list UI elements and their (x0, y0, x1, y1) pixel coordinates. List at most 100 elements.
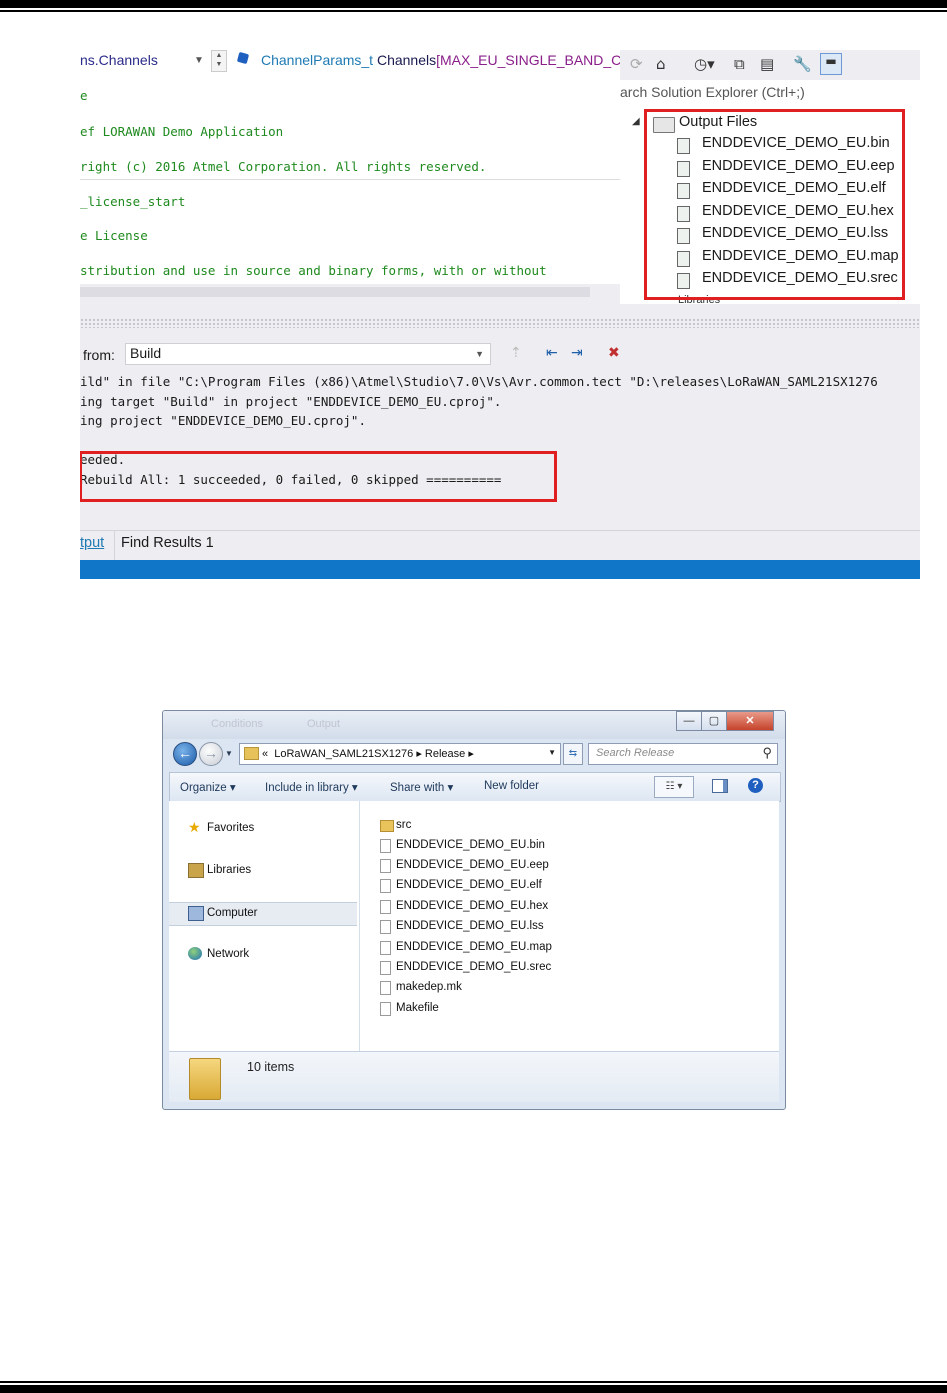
output-source-select[interactable]: Build ▼ (125, 343, 491, 365)
share-with-button[interactable]: Share with ▾ (390, 780, 453, 794)
solution-search-box[interactable]: arch Solution Explorer (Ctrl+;) (620, 82, 920, 104)
code-line: e License (80, 228, 148, 243)
network-icon (188, 947, 202, 960)
file-icon (380, 961, 391, 975)
file-icon (380, 839, 391, 853)
home-icon[interactable]: ⌂ (656, 55, 666, 73)
libraries-icon (188, 863, 204, 878)
close-button[interactable]: ✕ (726, 711, 774, 731)
command-bar: Organize ▾ Include in library ▾ Share wi… (169, 772, 781, 802)
background-tab: Output (307, 718, 341, 730)
history-dropdown-icon[interactable]: ▼ (225, 749, 233, 758)
tool-window-tabs: tput Find Results 1 (80, 530, 920, 567)
folder-icon (244, 747, 259, 760)
page-header-rule (0, 0, 947, 8)
include-in-library-button[interactable]: Include in library ▾ (265, 780, 358, 794)
panel-splitter[interactable] (80, 318, 920, 328)
minimize-button[interactable]: — (676, 711, 702, 731)
forward-button[interactable]: → (199, 742, 223, 766)
file-icon (380, 981, 391, 995)
change-view-button[interactable]: ☷ ▾ (654, 776, 694, 798)
collapse-icon[interactable]: ⧉ (734, 55, 745, 73)
output-source-value: Build (130, 345, 162, 361)
code-editor[interactable]: e ef LORAWAN Demo Application right (c) … (80, 72, 620, 284)
address-row: ← → ▼ « LoRaWAN_SAML21SX1276 ▸ Release ▸… (163, 739, 785, 769)
search-icon: ⚲ (762, 745, 772, 760)
address-bar[interactable]: « LoRaWAN_SAML21SX1276 ▸ Release ▸ ▼ (239, 743, 561, 765)
member-dropdown[interactable]: ns.Channels (80, 52, 158, 68)
help-icon[interactable]: ? (748, 778, 763, 793)
atmel-studio-screenshot: ns.Channels ▼ ▲ ▼ ChannelParams_t Channel… (80, 50, 920, 579)
nav-item-computer[interactable]: Computer (169, 902, 357, 926)
file-icon (380, 941, 391, 955)
symbol-macro: MAX_EU_SINGLE_BAND_CHA (440, 52, 641, 68)
expand-arrow-icon[interactable]: ◢ (632, 116, 640, 127)
page-footer-rule-thin (0, 1381, 947, 1383)
status-bar (80, 560, 920, 579)
output-from-label: from: (83, 347, 115, 363)
horizontal-scrollbar[interactable] (80, 287, 590, 297)
scroll-spinner[interactable]: ▲ ▼ (211, 50, 227, 72)
page-footer-rule (0, 1385, 947, 1393)
clear-all-icon[interactable]: ✖ (608, 344, 620, 361)
new-folder-button[interactable]: New folder (484, 780, 539, 792)
highlight-box-build-result (80, 451, 557, 502)
properties-icon[interactable]: 🔧 (793, 55, 812, 73)
history-icon[interactable]: ◷▾ (694, 55, 715, 73)
window-titlebar[interactable]: Conditions Output — ▢ ✕ (163, 711, 785, 739)
output-line: ild" in file "C:\Program Files (x86)\Atm… (80, 374, 878, 389)
chevron-down-icon[interactable]: ▼ (194, 55, 204, 66)
show-files-icon[interactable]: ▤ (760, 55, 774, 73)
output-line: ing target "Build" in project "ENDDEVICE… (80, 394, 502, 409)
next-message-icon[interactable]: ⇥ (571, 344, 583, 361)
symbol-type: ChannelParams_t (261, 52, 374, 68)
folder-icon (380, 820, 394, 832)
code-line: _license_start (80, 194, 186, 209)
computer-icon (188, 906, 204, 921)
symbol-dropdown[interactable]: ChannelParams_t Channels[MAX_EU_SINGLE_B… (261, 52, 641, 68)
search-input[interactable]: Search Release ⚲ (588, 743, 778, 765)
nav-item-network[interactable]: Network (169, 944, 357, 966)
tab-output[interactable]: tput (80, 535, 104, 551)
divider (80, 179, 620, 180)
find-message-icon[interactable]: ⇡ (510, 344, 522, 361)
chevron-down-icon[interactable]: ▼ (548, 748, 556, 757)
item-count: 10 items (247, 1060, 295, 1074)
preview-pane-icon[interactable] (712, 779, 728, 793)
highlight-box-output-files (644, 109, 905, 300)
organize-button[interactable]: Organize ▾ (180, 780, 236, 794)
breadcrumb: « LoRaWAN_SAML21SX1276 ▸ Release ▸ (262, 748, 474, 760)
nav-item-favorites[interactable]: ★ Favorites (169, 818, 357, 840)
file-icon (380, 900, 391, 914)
output-toolbar: from: Build ▼ ⇡ ⇤ ⇥ ✖ (80, 340, 920, 366)
file-icon (380, 920, 391, 934)
symbol-name: Channels (376, 52, 437, 68)
file-icon (380, 879, 391, 893)
file-icon (380, 1002, 391, 1016)
navigation-pane: ★ Favorites Libraries Computer Network (169, 801, 360, 1051)
file-list: src ENDDEVICE_DEMO_EU.bin ENDDEVICE_DEMO… (360, 801, 779, 1051)
page-header-rule-thin (0, 10, 947, 12)
back-button[interactable]: ← (173, 742, 197, 766)
refresh-icon[interactable]: ⟳ (630, 55, 643, 73)
star-icon: ★ (188, 819, 201, 835)
windows-explorer-window: Conditions Output — ▢ ✕ ← → ▼ « LoRaWAN_… (162, 710, 786, 1110)
pin-icon[interactable]: ▬ (820, 53, 842, 75)
code-line: right (c) 2016 Atmel Corporation. All ri… (80, 159, 487, 174)
file-icon (380, 859, 391, 873)
background-tab: Conditions (211, 718, 263, 730)
breadcrumb-segment[interactable]: LoRaWAN_SAML21SX1276 (274, 748, 413, 760)
chevron-down-icon: ▼ (475, 349, 484, 359)
breadcrumb-segment[interactable]: Release (425, 748, 465, 760)
details-pane: 10 items (169, 1051, 779, 1102)
refresh-button[interactable]: ⇆ (563, 743, 583, 765)
prev-message-icon[interactable]: ⇤ (546, 344, 558, 361)
maximize-button[interactable]: ▢ (701, 711, 727, 731)
code-navigation-bar: ns.Channels ▼ ▲ ▼ ChannelParams_t Channel… (80, 50, 641, 73)
search-placeholder: arch Solution Explorer (Ctrl+;) (620, 84, 805, 100)
folder-icon (189, 1058, 221, 1100)
nav-item-libraries[interactable]: Libraries (169, 860, 357, 882)
code-line: e (80, 88, 88, 103)
output-line: ing project "ENDDEVICE_DEMO_EU.cproj". (80, 413, 366, 428)
code-line: stribution and use in source and binary … (80, 263, 547, 278)
